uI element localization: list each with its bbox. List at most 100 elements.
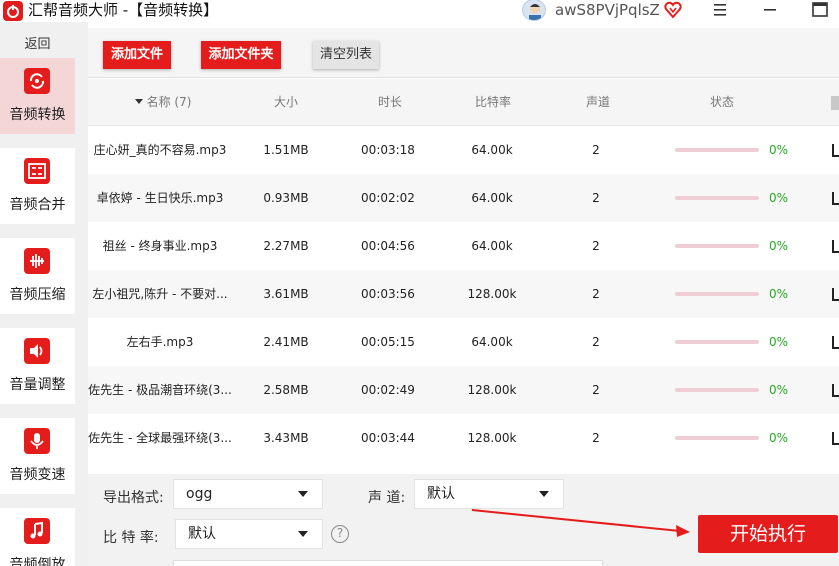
cell-bitrate: 128.00k: [467, 287, 517, 301]
column-header-overflow: [831, 96, 839, 110]
progress-bar: [675, 244, 759, 248]
bitrate-select[interactable]: 默认: [175, 519, 323, 549]
column-header-name[interactable]: 名称 (7): [108, 79, 218, 126]
username-label[interactable]: awS8PVjPqlsZ: [555, 0, 660, 20]
sidebar: 返回 音频转换 音频合并 音频压缩 音量调整 音频变速 音频倒放: [0, 22, 88, 566]
channel-select[interactable]: 默认: [414, 479, 564, 509]
table-row[interactable]: 佐先生 - 极品潮音环绕(3... 2.58MB 00:02:49 128.00k 2 0…: [88, 366, 839, 414]
output-path-field[interactable]: [173, 560, 603, 566]
table-row[interactable]: 左右手.mp3 2.41MB 00:05:15 64.00k 2 0%: [88, 318, 839, 366]
cell-size: 2.41MB: [263, 335, 309, 349]
sidebar-item-volume[interactable]: 音量调整: [0, 328, 75, 404]
cell-duration: 00:02:02: [361, 191, 415, 205]
progress-percent: 0%: [769, 143, 789, 157]
column-header-duration[interactable]: 时长: [358, 79, 422, 126]
sidebar-item-audio-convert[interactable]: 音频转换: [0, 58, 75, 134]
column-header-size[interactable]: 大小: [256, 79, 316, 126]
column-header-channels[interactable]: 声道: [568, 79, 628, 126]
delete-icon[interactable]: [832, 382, 839, 398]
help-icon[interactable]: ?: [331, 525, 349, 543]
minimize-icon[interactable]: [755, 0, 785, 20]
table-row[interactable]: 左小祖咒,陈升 - 不要对... 3.61MB 00:03:56 128.00k 2 0%: [88, 270, 839, 318]
cell-size: 2.27MB: [263, 239, 309, 253]
app-logo-icon: [3, 1, 23, 21]
cell-name: 卓依婷 - 生日快乐.mp3: [96, 191, 224, 205]
progress-percent: 0%: [769, 431, 789, 445]
cell-channels: 2: [592, 431, 600, 445]
bitrate-value: 默认: [188, 526, 216, 542]
clear-list-button[interactable]: 清空列表: [313, 41, 379, 69]
table-row[interactable]: 卓依婷 - 生日快乐.mp3 0.93MB 00:02:02 64.00k 2 0%: [88, 174, 839, 222]
delete-icon[interactable]: [832, 430, 839, 446]
menu-icon[interactable]: [705, 0, 735, 20]
music-note-icon: [24, 518, 50, 544]
delete-icon[interactable]: [832, 286, 839, 302]
progress-bar: [675, 196, 759, 200]
audio-merge-icon: [24, 158, 50, 184]
bitrate-label: 比 特 率:: [103, 530, 159, 546]
cell-duration: 00:03:44: [361, 431, 415, 445]
progress-percent: 0%: [769, 383, 789, 397]
cell-bitrate: 128.00k: [467, 383, 517, 397]
chevron-down-icon: [539, 491, 549, 497]
sidebar-item-audio-compress[interactable]: 音频压缩: [0, 238, 75, 314]
cell-size: 3.61MB: [263, 287, 309, 301]
cell-name: 祖丝 - 终身事业.mp3: [102, 239, 218, 253]
progress-percent: 0%: [769, 287, 789, 301]
cell-duration: 00:03:18: [361, 143, 415, 157]
audio-compress-icon: [24, 248, 50, 274]
cell-duration: 00:05:15: [361, 335, 415, 349]
cell-name: 庄心妍_真的不容易.mp3: [93, 143, 227, 157]
table-row[interactable]: 佐先生 - 全球最强环绕(3... 3.43MB 00:03:44 128.00k 2 0…: [88, 414, 839, 462]
progress-percent: 0%: [769, 191, 789, 205]
sidebar-item-label: 音频变速: [9, 467, 66, 483]
file-table: 名称 (7) 大小 时长 比特率 声道 状态 庄心妍_真的不容易.mp3 1.51…: [88, 79, 839, 474]
volume-icon: [24, 338, 50, 364]
title-bar: 汇帮音频大师 -【音频转换】 awS8PVjPqlsZ: [0, 0, 839, 22]
column-header-bitrate[interactable]: 比特率: [458, 79, 528, 126]
vip-heart-icon[interactable]: [664, 1, 682, 19]
sidebar-item-audio-reverse[interactable]: 音频倒放: [0, 508, 75, 566]
progress-bar: [675, 148, 759, 152]
cell-duration: 00:02:49: [361, 383, 415, 397]
progress-bar: [675, 340, 759, 344]
channel-value: 默认: [427, 486, 455, 502]
start-button[interactable]: 开始执行: [698, 515, 838, 553]
delete-icon[interactable]: [832, 238, 839, 254]
cell-bitrate: 64.00k: [471, 143, 513, 157]
progress-percent: 0%: [769, 335, 789, 349]
sidebar-item-label: 音频转换: [9, 107, 66, 123]
cell-bitrate: 64.00k: [471, 335, 513, 349]
window-title: 汇帮音频大师 -【音频转换】: [28, 1, 219, 19]
settings-panel: 导出格式: ogg 声 道: 默认 比 特 率: 默认 ? 开始执行: [88, 474, 839, 566]
cell-name: 佐先生 - 全球最强环绕(3...: [88, 431, 232, 445]
cell-size: 2.58MB: [263, 383, 309, 397]
format-select[interactable]: ogg: [173, 479, 323, 509]
cell-channels: 2: [592, 335, 600, 349]
cell-channels: 2: [592, 383, 600, 397]
cell-channels: 2: [592, 191, 600, 205]
cell-duration: 00:03:56: [361, 287, 415, 301]
delete-icon[interactable]: [832, 334, 839, 350]
back-link[interactable]: 返回: [0, 33, 75, 52]
sidebar-item-audio-merge[interactable]: 音频合并: [0, 148, 75, 224]
sidebar-item-label: 音量调整: [9, 377, 66, 393]
sidebar-item-audio-speed[interactable]: 音频变速: [0, 418, 75, 494]
column-header-status: 状态: [709, 95, 734, 109]
chevron-down-icon: [298, 531, 308, 537]
delete-icon[interactable]: [832, 190, 839, 206]
cell-duration: 00:04:56: [361, 239, 415, 253]
audio-convert-icon: [24, 68, 50, 94]
sidebar-item-label: 音频倒放: [9, 557, 66, 566]
maximize-icon[interactable]: [805, 0, 835, 20]
cell-name: 左右手.mp3: [126, 335, 194, 349]
delete-icon[interactable]: [832, 142, 839, 158]
cell-bitrate: 64.00k: [471, 191, 513, 205]
cell-size: 0.93MB: [263, 191, 309, 205]
sidebar-item-label: 音频压缩: [9, 287, 66, 303]
user-avatar[interactable]: [522, 0, 546, 21]
add-folder-button[interactable]: 添加文件夹: [201, 41, 281, 69]
table-row[interactable]: 庄心妍_真的不容易.mp3 1.51MB 00:03:18 64.00k 2 0%: [88, 126, 839, 174]
table-row[interactable]: 祖丝 - 终身事业.mp3 2.27MB 00:04:56 64.00k 2 0%: [88, 222, 839, 270]
add-file-button[interactable]: 添加文件: [103, 41, 171, 69]
